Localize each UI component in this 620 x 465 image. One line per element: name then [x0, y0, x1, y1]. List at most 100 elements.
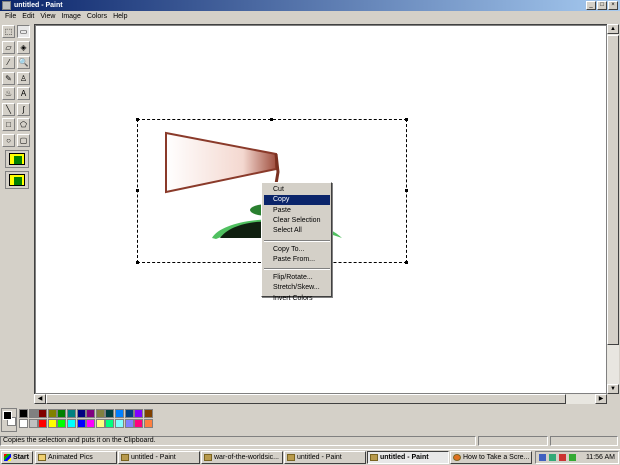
opaque-option-icon: [9, 153, 25, 165]
color-swatch[interactable]: [57, 419, 67, 428]
color-swatch[interactable]: [105, 409, 115, 418]
context-menu-item-paste[interactable]: Paste: [264, 206, 330, 216]
color-swatch[interactable]: [47, 419, 57, 428]
tool-option-transparent[interactable]: [5, 171, 29, 189]
polygon-icon: ⬠: [20, 120, 27, 129]
clock[interactable]: 11:56 AM: [586, 452, 615, 463]
status-bar: Copies the selection and puts it on the …: [0, 435, 620, 447]
context-menu-item-stretch-skew[interactable]: Stretch/Skew...: [264, 283, 330, 293]
horizontal-scroll-thumb[interactable]: [46, 394, 566, 404]
menu-view[interactable]: View: [37, 11, 58, 22]
color-swatch[interactable]: [57, 409, 67, 418]
select-tool[interactable]: ▭: [17, 25, 30, 38]
color-swatch[interactable]: [86, 419, 96, 428]
context-menu-item-cut[interactable]: Cut: [264, 185, 330, 195]
scroll-right-button[interactable]: ▶: [595, 394, 607, 404]
color-swatch[interactable]: [76, 419, 86, 428]
airbrush-tool[interactable]: ♨: [2, 87, 15, 100]
color-swatch[interactable]: [134, 409, 144, 418]
vertical-scroll-thumb[interactable]: [607, 35, 619, 345]
close-button[interactable]: ×: [608, 1, 618, 10]
maximize-button[interactable]: □: [597, 1, 607, 10]
polygon-tool[interactable]: ⬠: [17, 118, 30, 131]
color-swatch[interactable]: [115, 409, 124, 418]
color-swatch[interactable]: [143, 409, 153, 418]
color-swatch[interactable]: [28, 419, 38, 428]
taskbar-button[interactable]: untitled - Paint: [367, 451, 449, 464]
selection-handle-ne[interactable]: [405, 118, 408, 121]
brush-tool[interactable]: ♙: [17, 71, 30, 85]
context-menu-item-clear-selection[interactable]: Clear Selection: [264, 216, 330, 226]
menu-image[interactable]: Image: [58, 11, 83, 22]
color-swatch[interactable]: [95, 419, 105, 428]
tray-signal-icon[interactable]: [569, 454, 576, 461]
taskbar-button[interactable]: untitled - Paint: [118, 451, 200, 464]
context-menu-item-flip-rotate[interactable]: Flip/Rotate...: [264, 273, 330, 283]
rounded-rectangle-tool[interactable]: ▢: [17, 133, 30, 147]
free-form-select-tool[interactable]: ⬚: [2, 25, 15, 38]
fill-tool[interactable]: ◈: [17, 40, 30, 54]
taskbar-button[interactable]: Animated Pics: [35, 451, 117, 464]
color-swatch[interactable]: [67, 419, 76, 428]
tray-network-icon[interactable]: [549, 454, 556, 461]
menu-file[interactable]: File: [2, 11, 19, 22]
color-swatch[interactable]: [76, 409, 86, 418]
title-bar[interactable]: untitled - Paint _ □ ×: [0, 0, 620, 11]
selection-handle-nw[interactable]: [136, 118, 139, 121]
eraser-tool[interactable]: ▱: [2, 40, 15, 54]
context-menu-item-invert-colors[interactable]: Invert Colors: [264, 294, 330, 304]
color-swatch[interactable]: [143, 419, 153, 428]
taskbar-button[interactable]: war-of-the-worldsic...: [201, 451, 283, 464]
magnifier-tool[interactable]: 🔍: [17, 56, 30, 69]
taskbar-button[interactable]: untitled - Paint: [284, 451, 366, 464]
menu-help[interactable]: Help: [110, 11, 130, 22]
pick-color-tool[interactable]: ⁄: [2, 56, 15, 69]
vertical-scrollbar[interactable]: ▲ ▼: [607, 24, 619, 394]
menu-edit[interactable]: Edit: [19, 11, 37, 22]
context-menu-item-paste-from[interactable]: Paste From...: [264, 255, 330, 265]
paint-app-icon[interactable]: [2, 1, 11, 10]
context-menu-item-copy[interactable]: Copy: [264, 195, 330, 206]
pick-color-icon: ⁄: [7, 58, 10, 67]
color-swatch[interactable]: [95, 409, 105, 418]
airbrush-icon: ♨: [4, 89, 13, 98]
start-button[interactable]: Start: [1, 451, 33, 464]
menu-colors[interactable]: Colors: [84, 11, 110, 22]
selection-handle-sw[interactable]: [136, 261, 139, 264]
curve-tool[interactable]: ∫: [17, 102, 30, 116]
tray-chevron-icon[interactable]: [539, 454, 546, 461]
scroll-left-button[interactable]: ◀: [34, 394, 46, 404]
context-menu-item-select-all[interactable]: Select All: [264, 226, 330, 236]
color-swatch[interactable]: [47, 409, 57, 418]
color-swatch[interactable]: [19, 419, 28, 428]
minimize-button[interactable]: _: [586, 1, 596, 10]
color-swatch[interactable]: [124, 409, 134, 418]
ellipse-tool[interactable]: ○: [2, 133, 15, 147]
horizontal-scrollbar[interactable]: ◀ ▶: [34, 394, 607, 404]
selection-handle-se[interactable]: [405, 261, 408, 264]
tray-volume-icon[interactable]: [559, 454, 566, 461]
pencil-tool[interactable]: ✎: [2, 71, 15, 85]
color-swatch[interactable]: [38, 409, 48, 418]
color-swatch[interactable]: [19, 409, 28, 418]
rectangle-tool[interactable]: □: [2, 118, 15, 131]
scroll-down-button[interactable]: ▼: [607, 384, 619, 394]
color-swatch[interactable]: [115, 419, 124, 428]
selection-handle-e[interactable]: [405, 189, 408, 192]
color-swatch[interactable]: [124, 419, 134, 428]
text-tool[interactable]: A: [17, 87, 30, 100]
color-swatch[interactable]: [38, 419, 48, 428]
color-swatch[interactable]: [67, 409, 76, 418]
color-swatch[interactable]: [28, 409, 38, 418]
color-swatch[interactable]: [105, 419, 115, 428]
taskbar-button[interactable]: How to Take a Scre...: [450, 451, 532, 464]
color-swatch[interactable]: [86, 409, 96, 418]
selection-handle-w[interactable]: [136, 189, 139, 192]
transparent-option-icon: [9, 174, 25, 186]
tool-option-opaque[interactable]: [5, 150, 29, 168]
scroll-up-button[interactable]: ▲: [607, 24, 619, 34]
context-menu-item-copy-to[interactable]: Copy To...: [264, 245, 330, 255]
color-swatch[interactable]: [134, 419, 144, 428]
line-tool[interactable]: ╲: [2, 102, 15, 116]
selection-handle-n[interactable]: [270, 118, 273, 121]
